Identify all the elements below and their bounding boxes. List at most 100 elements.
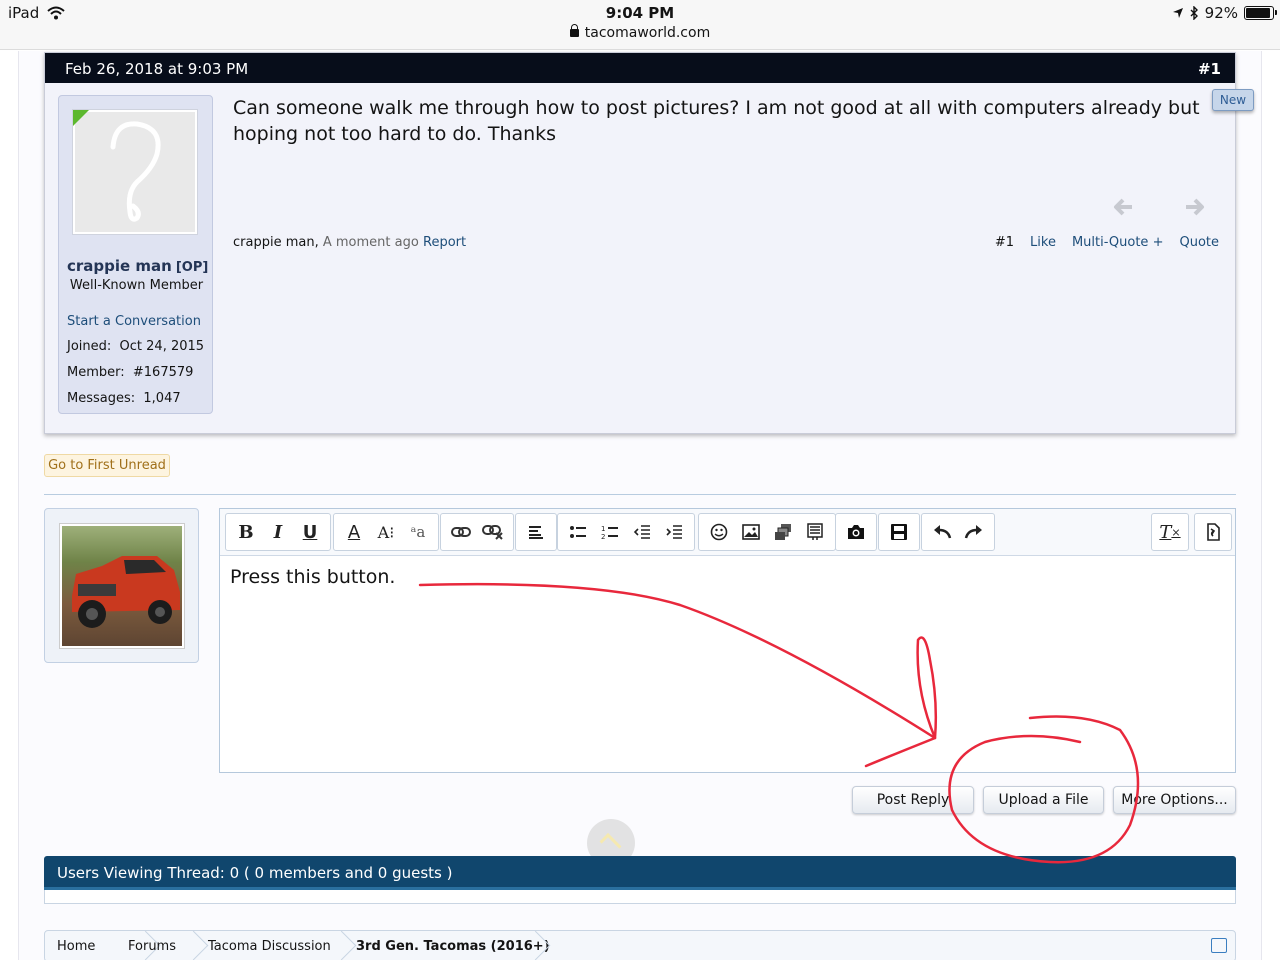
breadcrumb-3rd-gen[interactable]: 3rd Gen. Tacomas (2016+) xyxy=(356,939,550,954)
bullet-list-icon[interactable] xyxy=(562,517,594,547)
post-reply-button[interactable]: Post Reply xyxy=(852,786,974,814)
bold-icon[interactable]: B xyxy=(230,517,262,547)
messages-value: 1,047 xyxy=(143,391,181,406)
like-link[interactable]: Like xyxy=(1030,235,1056,250)
reply-editor[interactable]: B I U A A⁝ ᵃa 12 T × Press this button. xyxy=(219,508,1236,773)
toolbar-group-source xyxy=(1194,513,1232,551)
joined-label: Joined: xyxy=(67,339,112,354)
clock: 9:04 PM xyxy=(605,4,675,22)
font-family-icon[interactable]: ᵃa xyxy=(402,517,434,547)
toolbar-group-link xyxy=(440,513,514,551)
post-number[interactable]: #1 xyxy=(1198,60,1221,78)
breadcrumb-forums[interactable]: Forums xyxy=(128,939,176,954)
save-draft-icon[interactable] xyxy=(883,517,915,547)
undo-icon[interactable] xyxy=(926,517,958,547)
toolbar-group-align xyxy=(515,513,557,551)
italic-icon[interactable]: I xyxy=(262,517,294,547)
breadcrumb-separator xyxy=(531,931,545,960)
avatar[interactable] xyxy=(72,109,198,235)
camera-icon[interactable] xyxy=(840,517,872,547)
post-author-meta: crappie man, A moment ago xyxy=(233,235,419,250)
post-date: Feb 26, 2018 at 9:03 PM xyxy=(65,60,249,78)
underline-icon[interactable]: U xyxy=(294,517,326,547)
forum-post: Feb 26, 2018 at 9:03 PM #1 crappie man [O… xyxy=(44,52,1254,434)
users-viewing-body xyxy=(44,890,1236,904)
reply-avatar[interactable] xyxy=(44,508,199,663)
toolbar-group-font: A A⁝ ᵃa xyxy=(333,513,439,551)
avatar-placeholder xyxy=(75,112,195,232)
quote-link[interactable]: Quote xyxy=(1179,235,1219,250)
lock-icon xyxy=(569,24,579,37)
outdent-icon[interactable] xyxy=(626,517,658,547)
op-tag: [OP] xyxy=(175,260,209,275)
font-size-icon[interactable]: A⁝ xyxy=(370,517,402,547)
go-to-first-unread-button[interactable]: Go to First Unread xyxy=(44,454,170,477)
username[interactable]: crappie man [OP] xyxy=(67,257,208,275)
post-header: Feb 26, 2018 at 9:03 PM #1 xyxy=(45,53,1235,83)
battery-fill xyxy=(1246,8,1270,18)
code-icon[interactable] xyxy=(799,517,831,547)
toolbar-group-camera xyxy=(835,513,877,551)
users-viewing-bar: Users Viewing Thread: 0 ( 0 members and … xyxy=(44,856,1236,890)
toolbar-group-media xyxy=(698,513,836,551)
arrow-left-icon[interactable] xyxy=(1113,198,1133,216)
joined-value: Oct 24, 2015 xyxy=(119,339,205,354)
toolbar-group-text: B I U xyxy=(225,513,331,551)
editor-content[interactable]: Press this button. xyxy=(230,566,395,588)
divider xyxy=(44,494,1236,495)
post-permalink[interactable]: #1 xyxy=(995,235,1014,250)
breadcrumb: Home Forums Tacoma Discussion 3rd Gen. T… xyxy=(44,930,1236,960)
post-time: A moment ago xyxy=(322,235,419,250)
address-bar[interactable]: tacomaworld.com xyxy=(0,24,1280,41)
breadcrumb-separator xyxy=(189,931,203,960)
new-badge: New xyxy=(1212,89,1254,111)
link-icon[interactable] xyxy=(445,517,477,547)
url-text: tacomaworld.com xyxy=(584,25,711,41)
member-label: Member: xyxy=(67,365,125,380)
messages-label: Messages: xyxy=(67,391,136,406)
report-link[interactable]: Report xyxy=(423,235,466,250)
breadcrumb-tacoma-discussion[interactable]: Tacoma Discussion xyxy=(208,939,331,954)
question-mark-icon xyxy=(110,121,161,222)
post-nav-arrows xyxy=(1113,198,1205,216)
joined-stat: Joined: Oct 24, 2015 xyxy=(67,339,204,354)
username-text[interactable]: crappie man xyxy=(67,257,172,275)
bluetooth-icon xyxy=(1190,6,1198,20)
image-icon[interactable] xyxy=(735,517,767,547)
footer-author[interactable]: crappie man, xyxy=(233,235,319,250)
smilie-icon[interactable] xyxy=(703,517,735,547)
editor-toolbar: B I U A A⁝ ᵃa 12 T × xyxy=(220,509,1235,556)
multi-quote-link[interactable]: Multi-Quote + xyxy=(1072,235,1164,250)
toolbar-group-history xyxy=(921,513,995,551)
popout-icon[interactable] xyxy=(1211,938,1227,953)
location-icon xyxy=(1172,8,1183,18)
post-actions: #1 Like Multi-Quote + Quote xyxy=(995,235,1219,250)
online-indicator xyxy=(73,110,89,126)
upload-file-button[interactable]: Upload a File xyxy=(983,786,1104,814)
member-value: #167579 xyxy=(132,365,194,380)
redo-icon[interactable] xyxy=(958,517,990,547)
text-color-icon[interactable]: A xyxy=(338,517,370,547)
arrow-right-icon[interactable] xyxy=(1185,198,1205,216)
toolbar-group-draft xyxy=(878,513,920,551)
toggle-source-icon[interactable] xyxy=(1197,517,1229,547)
start-conversation-link[interactable]: Start a Conversation xyxy=(67,314,201,329)
svg-text:1: 1 xyxy=(601,525,605,533)
media-icon[interactable] xyxy=(767,517,799,547)
ios-status-bar: iPad 9:04 PM tacomaworld.com 92% xyxy=(0,0,1280,50)
remove-format-icon[interactable]: T × xyxy=(1154,517,1186,547)
indent-icon[interactable] xyxy=(658,517,690,547)
numbered-list-icon[interactable]: 12 xyxy=(594,517,626,547)
breadcrumb-separator xyxy=(337,931,351,960)
align-icon[interactable] xyxy=(520,517,552,547)
breadcrumb-home[interactable]: Home xyxy=(57,939,95,954)
unlink-icon[interactable] xyxy=(477,517,509,547)
more-options-button[interactable]: More Options... xyxy=(1113,786,1236,814)
user-title: Well-Known Member xyxy=(69,278,204,293)
member-stat: Member: #167579 xyxy=(67,365,193,380)
truck-avatar-image xyxy=(60,524,184,648)
toolbar-group-format: T × xyxy=(1151,513,1189,551)
user-info-panel: crappie man [OP] Well-Known Member Start … xyxy=(58,95,213,414)
toolbar-group-lists: 12 xyxy=(557,513,695,551)
svg-text:2: 2 xyxy=(601,533,605,540)
